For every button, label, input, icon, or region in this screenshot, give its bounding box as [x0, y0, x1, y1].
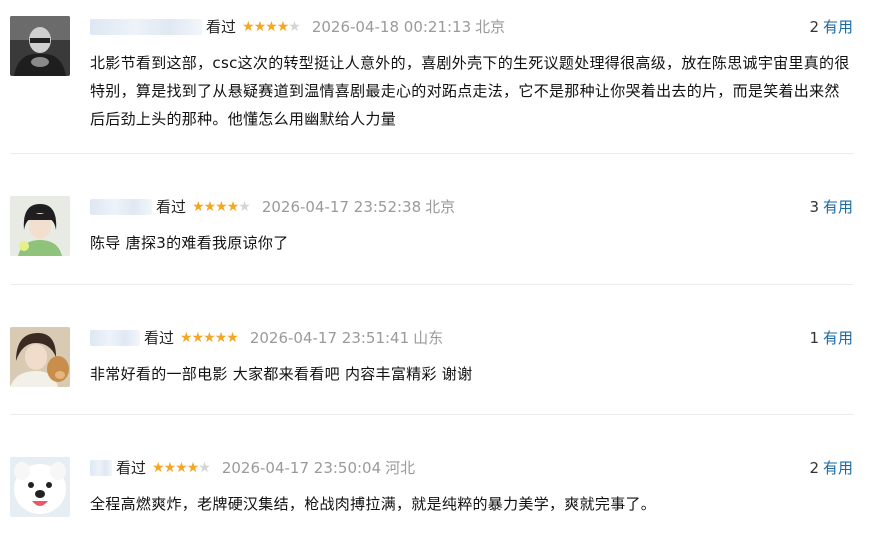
review-meta: 看过 ★★★★★ 2026-04-17 23:50:04 河北	[90, 457, 415, 479]
star-icon: ★	[226, 199, 240, 215]
watched-label: 看过	[116, 459, 147, 477]
useful-count: 2	[809, 18, 819, 36]
star-rating: ★★★★★	[180, 327, 239, 349]
star-icon: ★	[276, 19, 290, 35]
divider	[10, 153, 853, 154]
avatar-photo	[10, 457, 70, 517]
useful-count: 1	[809, 329, 819, 347]
avatar-photo	[10, 327, 70, 387]
star-icon: ★	[242, 19, 255, 35]
avatar[interactable]	[10, 196, 70, 256]
review-content: 全程高燃爽炸，老牌硬汉集结，枪战肉搏拉满，就是纯粹的暴力美学，爽就完事了。	[90, 495, 657, 513]
review-time: 2026-04-17 23:50:04	[221, 459, 382, 477]
review-content: 非常好看的一部电影 大家都来看看吧 内容丰富精彩 谢谢	[90, 365, 473, 383]
star-icon: ★	[192, 199, 205, 215]
star-icon: ★	[203, 199, 217, 215]
review-time: 2026-04-17 23:51:41	[249, 329, 410, 347]
review-list: 看过 ★★★★★ 2026-04-18 00:21:13 北京 2 有用 北影节看…	[0, 0, 870, 545]
star-icon: ★	[180, 330, 193, 346]
avatar-photo	[10, 16, 70, 76]
review-location: 河北	[385, 459, 416, 477]
username-blurred[interactable]	[90, 199, 152, 215]
review-content: 陈导 唐探3的难看我原谅你了	[90, 234, 289, 252]
review-item: 看过 ★★★★★ 2026-04-17 23:52:38 北京 3 有用 陈导 唐…	[10, 196, 853, 256]
useful-vote: 3 有用	[809, 196, 853, 218]
useful-count: 2	[809, 459, 819, 477]
review-item: 看过 ★★★★★ 2026-04-18 00:21:13 北京 2 有用 北影节看…	[10, 16, 853, 136]
star-icon: ★	[175, 460, 188, 476]
useful-vote: 2 有用	[809, 457, 853, 479]
watched-label: 看过	[144, 329, 175, 347]
star-icon: ★	[226, 330, 239, 346]
divider	[10, 414, 853, 415]
username-blurred[interactable]	[90, 19, 202, 35]
username-blurred[interactable]	[90, 330, 140, 346]
star-rating: ★★★★★	[152, 457, 211, 479]
star-icon: ★	[214, 330, 228, 346]
useful-vote: 1 有用	[809, 327, 853, 349]
watched-label: 看过	[156, 198, 187, 216]
avatar[interactable]	[10, 16, 70, 76]
useful-button[interactable]: 有用	[823, 329, 853, 347]
useful-vote: 2 有用	[809, 16, 853, 38]
review-location: 北京	[425, 198, 456, 216]
review-time: 2026-04-18 00:21:13	[311, 18, 472, 36]
avatar[interactable]	[10, 327, 70, 387]
review-time: 2026-04-17 23:52:38	[261, 198, 422, 216]
review-item: 看过 ★★★★★ 2026-04-17 23:51:41 山东 1 有用 非常好看…	[10, 327, 853, 387]
useful-button[interactable]: 有用	[823, 18, 853, 36]
star-icon: ★	[215, 199, 228, 215]
useful-button[interactable]: 有用	[823, 459, 853, 477]
star-rating: ★★★★★	[192, 196, 251, 218]
star-icon: ★	[191, 330, 205, 346]
avatar-photo	[10, 196, 70, 256]
username-blurred[interactable]	[90, 460, 112, 476]
divider	[10, 284, 853, 285]
star-rating: ★★★★★	[242, 16, 301, 38]
useful-button[interactable]: 有用	[823, 198, 853, 216]
avatar[interactable]	[10, 457, 70, 517]
review-location: 北京	[475, 18, 506, 36]
star-icon: ★	[265, 19, 278, 35]
review-meta: 看过 ★★★★★ 2026-04-17 23:51:41 山东	[90, 327, 443, 349]
review-location: 山东	[413, 329, 444, 347]
star-icon: ★	[253, 19, 267, 35]
star-icon: ★	[152, 460, 165, 476]
star-icon: ★	[203, 330, 216, 346]
useful-count: 3	[809, 198, 819, 216]
star-empty-icon: ★	[288, 19, 301, 35]
star-empty-icon: ★	[238, 199, 251, 215]
review-item: 看过 ★★★★★ 2026-04-17 23:50:04 河北 2 有用 全程高燃…	[10, 457, 853, 517]
star-icon: ★	[163, 460, 177, 476]
review-meta: 看过 ★★★★★ 2026-04-18 00:21:13 北京	[90, 16, 505, 38]
review-meta: 看过 ★★★★★ 2026-04-17 23:52:38 北京	[90, 196, 455, 218]
watched-label: 看过	[206, 18, 237, 36]
review-content: 北影节看到这部，csc这次的转型挺让人意外的，喜剧外壳下的生死议题处理得很高级，…	[90, 54, 850, 128]
star-icon: ★	[186, 460, 200, 476]
star-empty-icon: ★	[198, 460, 211, 476]
